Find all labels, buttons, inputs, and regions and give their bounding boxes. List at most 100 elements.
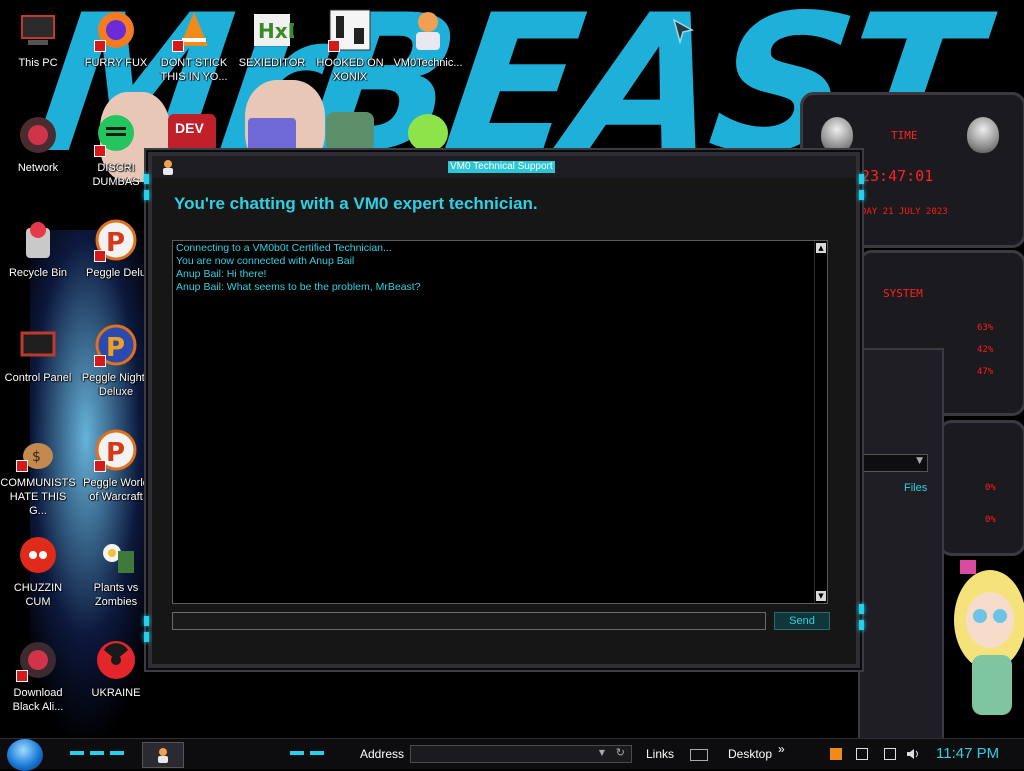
start-button[interactable] bbox=[7, 739, 43, 771]
time-gadget-clock: 23:47:01 bbox=[861, 167, 934, 185]
chevron-down-icon: ▼ bbox=[916, 456, 923, 466]
volume-icon[interactable] bbox=[906, 748, 918, 760]
desktop-icon-furry-fux[interactable]: FURRY FUX bbox=[78, 8, 154, 70]
time-gadget-date: DAY 21 JULY 2023 bbox=[861, 207, 948, 217]
keyboard-icon[interactable] bbox=[690, 749, 708, 761]
frame-accent bbox=[859, 620, 864, 630]
desktop-icon-peggle-nights[interactable]: P Peggle Nights Deluxe bbox=[78, 323, 154, 399]
desktop-icon-discord[interactable]: DISCRI DUMBAS bbox=[78, 113, 154, 189]
taskbar-decoration bbox=[290, 751, 304, 755]
network-tray-icon[interactable] bbox=[884, 748, 896, 760]
wallpaper-cartoon-character bbox=[950, 550, 1024, 740]
desktop-toolbar-label[interactable]: Desktop bbox=[728, 747, 772, 761]
desktop-icon-network[interactable]: Network bbox=[0, 113, 76, 175]
frame-accent bbox=[144, 174, 149, 184]
desktop-icon-peggle-deluxe[interactable]: P Peggle Delu bbox=[78, 218, 154, 280]
mouse-cursor-icon bbox=[672, 18, 694, 44]
svg-text:P: P bbox=[106, 333, 125, 363]
desktop-icon-label: UKRAINE bbox=[91, 687, 141, 699]
system-ram-value: 42% bbox=[977, 345, 994, 355]
shortcut-arrow-icon bbox=[94, 355, 106, 367]
desktop-icon-hooked-on-xonix[interactable]: HOOKED ON XONIX bbox=[312, 8, 388, 84]
taskbar-decoration bbox=[110, 751, 124, 755]
desktop-icon-label: Plants vs Zombies bbox=[93, 582, 139, 608]
desktop-icon-sexieditor[interactable]: HxD SEXIEDITOR bbox=[234, 8, 310, 70]
app-window-icon[interactable] bbox=[248, 118, 296, 152]
tray-app-icon[interactable] bbox=[830, 748, 842, 760]
discord-icon bbox=[94, 113, 138, 157]
chevron-down-icon[interactable]: ▼ bbox=[599, 748, 605, 757]
shortcut-arrow-icon bbox=[94, 40, 106, 52]
drive-usage-value: 0% bbox=[985, 483, 996, 493]
chat-window-titlebar[interactable]: VM0 Technical Support bbox=[152, 156, 856, 178]
background-window-dropdown[interactable]: ▼ bbox=[860, 454, 928, 472]
taskbar-app-technician[interactable] bbox=[142, 742, 184, 768]
chat-message: Anup Bail: Hi there! bbox=[176, 268, 267, 280]
flag-icon[interactable] bbox=[856, 748, 868, 760]
frame-accent bbox=[859, 190, 864, 200]
desktop-icon-recycle-bin[interactable]: Recycle Bin bbox=[0, 218, 76, 280]
taskbar-clock[interactable]: 11:47 PM bbox=[936, 745, 999, 762]
frame-accent bbox=[859, 604, 864, 614]
desktop-icon-download-black-alien[interactable]: Download Black Ali... bbox=[0, 638, 76, 714]
shortcut-arrow-icon bbox=[94, 250, 106, 262]
address-input[interactable]: ▼ ↻ bbox=[410, 745, 632, 763]
chat-message-input[interactable] bbox=[172, 612, 766, 630]
address-toolbar-label: Address bbox=[360, 747, 405, 761]
money-bag-icon: $ bbox=[16, 428, 60, 472]
recycle-bin-icon bbox=[16, 218, 60, 262]
desktop-icon-peggle-wow[interactable]: P Peggle World of Warcraft bbox=[78, 428, 154, 504]
desktop-icon-label: HOOKED ON XONIX bbox=[316, 57, 384, 83]
shortcut-arrow-icon bbox=[94, 145, 106, 157]
links-toolbar-label[interactable]: Links bbox=[646, 747, 674, 761]
svg-text:P: P bbox=[106, 438, 125, 468]
desktop-icon-vm0technician[interactable]: VM0Technic... bbox=[390, 8, 466, 70]
desktop-icon-control-panel[interactable]: Control Panel bbox=[0, 323, 76, 385]
lime-icon[interactable] bbox=[408, 114, 448, 152]
desktop-icon-communists[interactable]: $ COMMUNISTS HATE THIS G... bbox=[0, 428, 76, 518]
desktop-icon-label: SEXIEDITOR bbox=[238, 57, 306, 69]
taskbar-decoration bbox=[90, 751, 104, 755]
background-window[interactable]: ▼ Files bbox=[858, 348, 944, 742]
drive-usage-value: 0% bbox=[985, 515, 996, 525]
desktop-icon-vlc[interactable]: DONT STICK THIS IN YO... bbox=[156, 8, 232, 84]
frame-accent bbox=[144, 616, 149, 626]
send-button[interactable]: Send bbox=[774, 612, 830, 630]
peggle-nights-icon: P bbox=[94, 323, 138, 367]
desktop-icon-chuzzin[interactable]: CHUZZIN CUM bbox=[0, 533, 76, 609]
peggle-icon: P bbox=[94, 218, 138, 262]
computer-icon bbox=[16, 8, 60, 52]
refresh-icon[interactable]: ↻ bbox=[616, 746, 625, 759]
game-icon[interactable] bbox=[326, 112, 374, 152]
chuzzle-icon bbox=[16, 533, 60, 577]
chat-message: Connecting to a VM0b0t Certified Technic… bbox=[176, 242, 392, 254]
desktop-icon-plants-vs-zombies[interactable]: Plants vs Zombies bbox=[78, 533, 154, 609]
system-cpu-value: 63% bbox=[977, 323, 994, 333]
toolbar-chevron-icon[interactable]: » bbox=[778, 742, 785, 756]
desktop-icon-label: Control Panel bbox=[4, 372, 72, 384]
peggle-wow-icon: P bbox=[94, 428, 138, 472]
chat-log-scrollbar[interactable]: ▲ ▼ bbox=[814, 241, 827, 603]
background-window-files-link[interactable]: Files bbox=[904, 482, 927, 494]
chat-heading: You're chatting with a VM0 expert techni… bbox=[174, 194, 538, 213]
chat-message: You are now connected with Anup Bail bbox=[176, 255, 355, 267]
hex-editor-icon: HxD bbox=[250, 8, 304, 52]
frame-accent bbox=[859, 174, 864, 184]
taskbar-decoration bbox=[70, 751, 84, 755]
scroll-down-icon[interactable]: ▼ bbox=[816, 591, 826, 601]
shortcut-arrow-icon bbox=[328, 40, 340, 52]
chat-log[interactable]: Connecting to a VM0b0t Certified Technic… bbox=[172, 240, 828, 604]
technician-icon bbox=[406, 8, 450, 52]
dev-cpp-icon[interactable]: DEV bbox=[168, 114, 216, 152]
desktop-icon-label: DONT STICK THIS IN YO... bbox=[160, 57, 228, 83]
shortcut-arrow-icon bbox=[16, 460, 28, 472]
chat-window[interactable]: VM0 Technical Support You're chatting wi… bbox=[144, 152, 864, 668]
scroll-up-icon[interactable]: ▲ bbox=[816, 243, 826, 253]
technician-icon bbox=[158, 748, 168, 763]
desktop-icon-ukraine[interactable]: UKRAINE bbox=[78, 638, 154, 700]
taskbar-decoration bbox=[310, 751, 324, 755]
shortcut-arrow-icon bbox=[16, 670, 28, 682]
desktop-icon-this-pc[interactable]: This PC bbox=[0, 8, 76, 70]
drives-gadget[interactable]: 0% 0% bbox=[938, 420, 1024, 556]
desktop-icon-label: Network bbox=[17, 162, 59, 174]
